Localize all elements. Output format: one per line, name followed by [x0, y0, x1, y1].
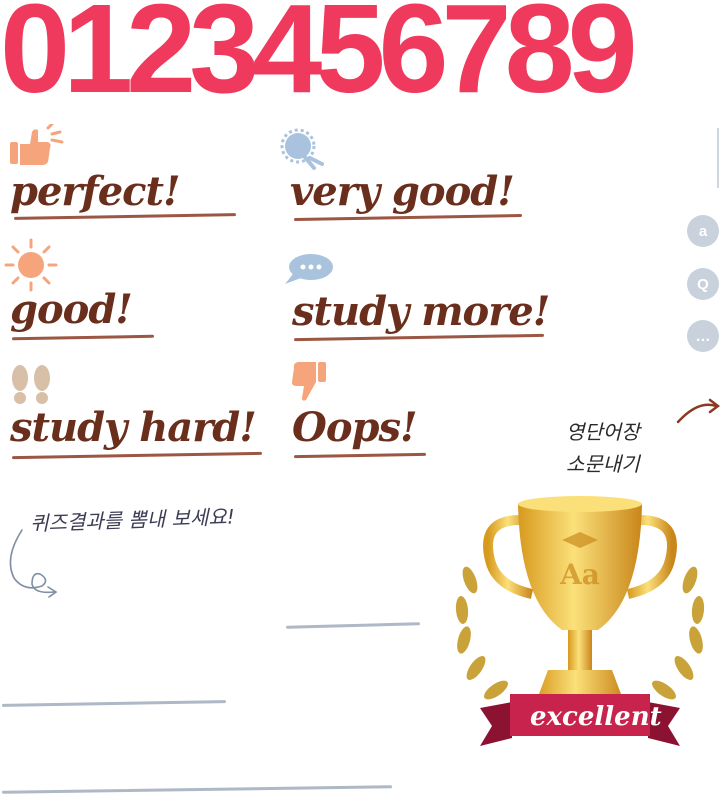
letter-a-icon: a — [698, 222, 708, 240]
stamp-label: perfect! — [10, 168, 181, 215]
curved-arrow-icon — [676, 396, 720, 429]
stamp-label: study more! — [292, 288, 550, 335]
letter-a-button[interactable]: a — [687, 215, 719, 247]
thumbs-up-icon — [8, 122, 64, 173]
trophy-emblem: Aa — [559, 558, 600, 591]
thumbs-down-icon — [290, 360, 330, 409]
underline — [11, 334, 155, 341]
stamp-label: study hard! — [10, 404, 257, 451]
ribbon-label: excellent — [530, 702, 662, 732]
stamp-oops: Oops! — [292, 404, 432, 464]
underline — [293, 214, 523, 221]
speech-bubble-icon — [283, 252, 335, 291]
stamp-label: very good! — [290, 168, 515, 215]
stamp-study-more: study more! — [292, 288, 552, 348]
edge-divider — [717, 128, 719, 188]
blank-line — [1, 700, 227, 707]
chat-bubble-icon: … — [695, 327, 711, 345]
loop-arrow-icon — [2, 528, 62, 605]
blank-line — [285, 622, 421, 629]
letter-q-icon: Q — [697, 275, 709, 293]
share-caption: 영단어장 소문내기 — [566, 420, 640, 476]
stamp-very-good: very good! — [290, 168, 530, 228]
blank-line — [1, 785, 393, 794]
stamp-label: Oops! — [292, 404, 418, 451]
stamp-label: good! — [10, 286, 133, 333]
letter-q-button[interactable]: Q — [687, 268, 719, 300]
chat-button[interactable]: … — [687, 320, 719, 352]
underline — [11, 451, 263, 460]
stamp-study-hard: study hard! — [10, 404, 270, 464]
stamp-good: good! — [10, 286, 160, 346]
stamp-perfect: perfect! — [10, 168, 240, 228]
underline — [293, 452, 427, 459]
digit-sprite-row: 0123456789 — [0, 0, 638, 119]
